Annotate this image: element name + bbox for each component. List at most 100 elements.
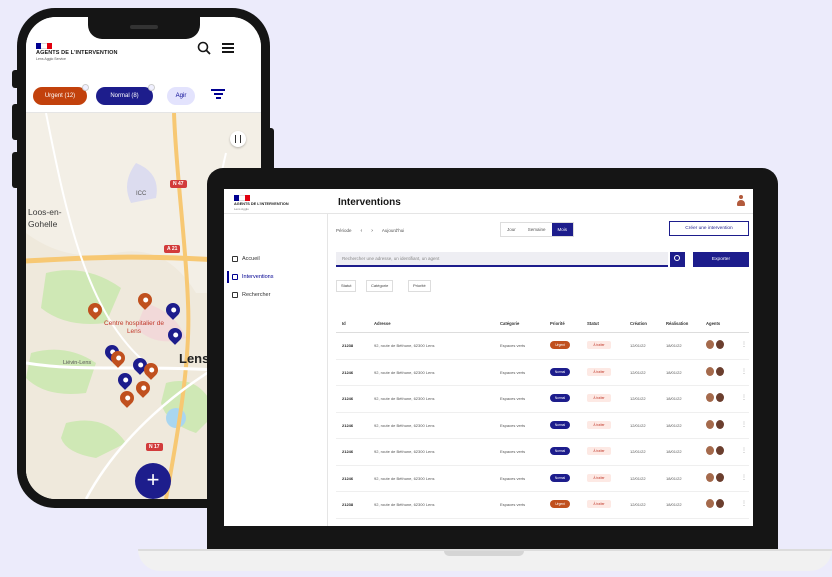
- row-id[interactable]: 21238: [342, 502, 353, 507]
- avatar: [706, 499, 714, 508]
- row-created: 12/01/22: [630, 369, 646, 375]
- more-icon[interactable]: ⋮: [741, 447, 747, 454]
- status-badge: À traiter: [587, 420, 611, 429]
- row-id[interactable]: 21246: [342, 449, 353, 454]
- phone-filter-bar: Urgent (12) Normal (8) Agir: [26, 79, 261, 113]
- sidebar-item-interventions[interactable]: Interventions: [232, 274, 274, 280]
- row-created: 12/01/22: [630, 475, 646, 481]
- republic-logo: [36, 43, 52, 49]
- column-header[interactable]: Id: [342, 321, 346, 326]
- user-icon[interactable]: [737, 195, 745, 206]
- period-selector[interactable]: Période ‹ › Aujourd'hui: [336, 223, 404, 238]
- view-day-button[interactable]: Jour: [501, 223, 522, 236]
- list-icon: [232, 274, 238, 280]
- status-badge: À traiter: [587, 341, 611, 349]
- search-input[interactable]: Rechercher une adresse, un identifiant, …: [336, 252, 668, 267]
- table-row[interactable]: 2123892, route de Béthune, 62300 LensEsp…: [336, 519, 749, 526]
- more-icon[interactable]: ⋮: [741, 341, 747, 348]
- row-address: 92, route de Béthune, 62300 Lens: [374, 502, 435, 507]
- close-icon[interactable]: [82, 84, 89, 91]
- view-week-button[interactable]: Semaine: [522, 223, 552, 236]
- filter-icon[interactable]: [211, 89, 225, 103]
- row-created: 12/01/22: [630, 396, 646, 401]
- more-icon[interactable]: ⋮: [741, 500, 747, 507]
- phone-brand-sub: Lens Agglo Service: [36, 57, 66, 61]
- table-row[interactable]: 21238 92, route de Béthune, 62300 Lens Esp…: [336, 492, 749, 519]
- table-row[interactable]: 21246 92, route de Béthune, 62300 Lens Esp…: [336, 360, 749, 386]
- row-created: 12/01/22: [630, 422, 646, 428]
- add-intervention-button[interactable]: +: [135, 463, 171, 499]
- row-created: 12/01/22: [630, 449, 646, 454]
- row-id[interactable]: 21246: [342, 396, 353, 401]
- more-icon[interactable]: ⋮: [741, 474, 747, 481]
- avatar: [706, 472, 714, 482]
- close-icon[interactable]: [148, 84, 155, 91]
- avatar: [706, 419, 714, 429]
- table-row[interactable]: 21246 92, route de Béthune, 62300 Lens Esp…: [336, 439, 749, 466]
- view-month-button[interactable]: Mois: [551, 223, 574, 236]
- sidebar-item-search[interactable]: Rechercher: [232, 292, 270, 298]
- export-button[interactable]: Exporter: [693, 252, 749, 267]
- hospital-label: Centre hospitalier de Lens: [104, 320, 164, 335]
- filter-normal-chip[interactable]: Normal (8): [96, 84, 155, 105]
- menu-icon[interactable]: [222, 43, 234, 53]
- table-row[interactable]: 21246 92, route de Béthune, 62300 Lens Esp…: [336, 386, 749, 413]
- sidebar-item-label: Interventions: [242, 274, 274, 280]
- priority-badge: Normal: [550, 447, 570, 455]
- status-badge: À traiter: [587, 367, 611, 376]
- row-address: 92, route de Béthune, 62300 Lens: [374, 369, 435, 375]
- map-area-label: ICC: [136, 191, 147, 197]
- row-done: 18/01/22: [666, 502, 682, 507]
- agent-avatars: [706, 525, 724, 526]
- column-header[interactable]: Catégorie: [500, 321, 519, 326]
- column-header[interactable]: Adresse: [374, 321, 391, 326]
- avatar: [716, 340, 724, 349]
- more-icon[interactable]: ⋮: [741, 394, 747, 401]
- row-id[interactable]: 21246: [342, 423, 353, 428]
- table-row[interactable]: 21246 92, route de Béthune, 62300 Lens Esp…: [336, 413, 749, 439]
- more-icon[interactable]: ⋮: [741, 421, 747, 428]
- filter-urgent-chip[interactable]: Urgent (12): [33, 84, 89, 105]
- row-category: Espaces verts: [500, 343, 526, 348]
- agent-avatars: [706, 366, 724, 376]
- row-id[interactable]: 21238: [342, 343, 353, 348]
- search-button[interactable]: [670, 252, 685, 267]
- status-dropdown[interactable]: Statut: [336, 280, 357, 292]
- chevron-left-icon[interactable]: ‹: [361, 228, 363, 234]
- column-header[interactable]: Statut: [587, 321, 599, 326]
- row-category: Espaces verts: [500, 449, 526, 454]
- row-id[interactable]: 21246: [342, 370, 353, 375]
- filter-normal-label: Normal (8): [110, 93, 139, 99]
- sidebar-item-home[interactable]: Accueil: [232, 256, 260, 262]
- row-category: Espaces verts: [500, 369, 526, 375]
- app-brand-sub: Lens Agglo: [234, 207, 249, 211]
- column-header[interactable]: Création: [630, 321, 647, 326]
- row-id[interactable]: 21246: [342, 476, 353, 481]
- avatar: [716, 525, 724, 526]
- row-category: Espaces verts: [500, 502, 526, 507]
- priority-badge: Normal: [550, 473, 570, 482]
- status-badge: À traiter: [587, 473, 611, 482]
- priority-badge: Normal: [550, 394, 570, 402]
- period-value: Aujourd'hui: [381, 228, 405, 233]
- category-dropdown[interactable]: Catégorie: [366, 280, 394, 292]
- layers-icon[interactable]: [230, 131, 246, 147]
- filter-other-chip[interactable]: Agir: [167, 87, 195, 105]
- road-label: A 21: [164, 245, 181, 253]
- active-indicator: [227, 271, 229, 283]
- column-header[interactable]: Agents: [706, 321, 720, 326]
- table-body: 21238 92, route de Béthune, 62300 Lens Esp…: [336, 333, 749, 526]
- more-icon[interactable]: ⋮: [741, 368, 747, 375]
- priority-dropdown[interactable]: Priorité: [408, 280, 431, 292]
- row-done: 18/01/22: [666, 449, 682, 454]
- avatar: [716, 393, 724, 402]
- table-row[interactable]: 2123892, route de Béthune, 62300 LensEsp…: [336, 333, 749, 360]
- create-intervention-button[interactable]: Créer une intervention: [669, 221, 749, 236]
- chevron-right-icon[interactable]: ›: [371, 228, 373, 234]
- search-icon[interactable]: [197, 41, 211, 55]
- row-category: Espaces verts: [500, 422, 526, 428]
- table-row[interactable]: 21246 92, route de Béthune, 62300 Lens Esp…: [336, 466, 749, 492]
- app-header: AGENTS DE L'INTERVENTION Lens Agglo Inte…: [224, 189, 753, 214]
- column-header[interactable]: Priorité: [550, 321, 565, 326]
- column-header[interactable]: Réalisation: [666, 321, 688, 326]
